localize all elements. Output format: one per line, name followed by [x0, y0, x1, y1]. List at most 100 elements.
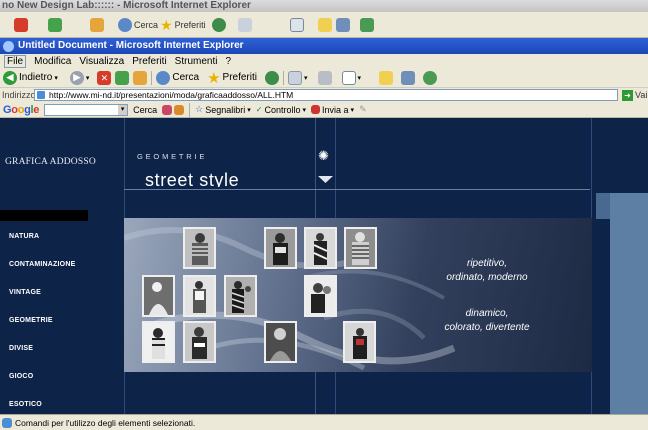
page-icon	[2, 417, 12, 428]
search-button[interactable]: Cerca	[156, 70, 199, 85]
home-button[interactable]	[133, 70, 148, 85]
bg-people-icon	[360, 16, 374, 34]
printer-icon	[317, 70, 332, 85]
print-button[interactable]	[317, 70, 332, 85]
address-label: Indirizzo	[2, 90, 36, 100]
spellcheck-button[interactable]: ✓ Controllo ▾	[256, 105, 306, 115]
pencil-button[interactable]: ✎	[359, 104, 367, 115]
star-icon: ★	[207, 69, 221, 87]
strip-block	[596, 193, 610, 219]
edit-button[interactable]: ▾	[341, 70, 361, 85]
nav-vintage[interactable]: VINTAGE	[9, 289, 41, 296]
nav-esotico[interactable]: ESOTICO	[9, 401, 42, 408]
history-button[interactable]	[264, 70, 279, 85]
photo-thumbnail[interactable]	[183, 321, 216, 363]
photo-thumbnail[interactable]	[264, 321, 297, 363]
google-logo[interactable]: Google	[3, 104, 39, 116]
sparkle-icon[interactable]: ✺	[318, 148, 329, 164]
toolbar-separator	[189, 102, 191, 117]
forward-button[interactable]: ▶ ▾	[69, 70, 89, 85]
site-brand: GRAFICA ADDOSSO	[5, 157, 96, 167]
search-icon	[156, 70, 171, 85]
menu-edit[interactable]: Modifica	[34, 56, 71, 67]
photo-thumbnail[interactable]	[142, 321, 175, 363]
page-headline: street style	[145, 170, 240, 187]
google-search-input[interactable]: ▾	[44, 103, 129, 116]
photo-thumbnail[interactable]	[304, 227, 337, 269]
header-divider	[124, 189, 590, 190]
bg-favorites-button[interactable]: ★ Preferiti	[160, 16, 206, 34]
discuss-button[interactable]	[379, 70, 394, 85]
toolbar-separator	[282, 70, 284, 85]
chevron-down-icon[interactable]: ▾	[118, 104, 128, 115]
photo-thumbnail[interactable]	[264, 227, 297, 269]
toolbar-separator	[151, 70, 153, 85]
bg-home-icon	[90, 16, 104, 34]
caption-repetitive: ripetitivo, ordinato, moderno	[446, 258, 528, 283]
refresh-button[interactable]	[115, 70, 130, 85]
brand-divider-bar	[0, 210, 88, 221]
go-arrow-icon: ➜	[622, 89, 633, 101]
menu-favorites[interactable]: Preferiti	[132, 56, 166, 67]
history-icon	[264, 70, 279, 85]
research-button[interactable]	[401, 70, 416, 85]
messenger-button[interactable]	[423, 70, 438, 85]
bg-edit-icon	[290, 16, 304, 34]
bg-folder-icon	[318, 16, 332, 34]
messenger-icon	[423, 70, 438, 85]
star-outline-icon: ☆	[195, 104, 204, 114]
send-to-button[interactable]: Invia a ▾	[311, 105, 354, 115]
main-toolbar: ◀ Indietro ▾ ▶ ▾ ✕ Cerca ★ Preferiti ▾ ▾	[0, 68, 648, 88]
menu-view[interactable]: Visualizza	[79, 56, 124, 67]
home-icon	[133, 70, 148, 85]
photo-thumbnail[interactable]	[142, 275, 175, 317]
back-button[interactable]: ◀ Indietro ▾	[3, 70, 58, 85]
nav-gioco[interactable]: GIOCO	[9, 373, 33, 380]
mail-button[interactable]: ▾	[287, 70, 308, 85]
send-icon	[311, 105, 321, 114]
left-navigation: GRAFICA ADDOSSO NATURA CONTAMINAZIONE VI…	[0, 118, 124, 414]
ie-icon	[3, 40, 14, 52]
photo-thumbnail[interactable]	[224, 275, 257, 317]
bookmarks-button[interactable]: ☆ Segnalibri ▾	[195, 104, 251, 115]
edit-icon	[341, 70, 356, 85]
nav-geometrie[interactable]: GEOMETRIE	[9, 317, 53, 324]
address-input[interactable]: http://www.mi-nd.it/presentazioni/moda/g…	[34, 89, 618, 101]
google-toolbar: Google ▾ Cerca ☆ Segnalibri ▾ ✓ Controllo ▾ …	[0, 102, 648, 118]
menu-help[interactable]: ?	[225, 56, 231, 67]
photo-thumbnail[interactable]	[183, 275, 216, 317]
bg-mail-icon	[238, 16, 252, 34]
nav-divise[interactable]: DIVISE	[9, 345, 33, 352]
google-search-button[interactable]: Cerca	[133, 105, 157, 115]
right-strip	[596, 118, 610, 414]
go-button[interactable]: ➜ Vai	[622, 89, 647, 101]
folder-icon	[379, 70, 394, 85]
menu-file[interactable]: File	[4, 54, 27, 68]
window-title: Untitled Document - Microsoft Internet E…	[18, 40, 244, 51]
photo-thumbnail[interactable]	[343, 321, 376, 363]
nav-natura[interactable]: NATURA	[9, 233, 39, 240]
window-title-bar: Untitled Document - Microsoft Internet E…	[0, 38, 648, 54]
bg-stop-icon	[14, 16, 28, 34]
photo-thumbnail[interactable]	[304, 275, 337, 317]
back-arrow-icon: ◀	[3, 70, 17, 85]
address-bar: Indirizzo http://www.mi-nd.it/presentazi…	[0, 88, 648, 102]
stop-button[interactable]: ✕	[97, 70, 112, 85]
bg-messenger-icon	[336, 16, 350, 34]
mail-icon	[287, 70, 302, 85]
background-window-toolbar: Cerca ★ Preferiti	[0, 12, 648, 38]
photo-thumbnail[interactable]	[183, 227, 216, 269]
photo-thumbnail[interactable]	[344, 227, 377, 269]
favorites-button[interactable]: ★ Preferiti	[207, 69, 257, 87]
status-text: Comandi per l'utilizzo degli elementi se…	[15, 417, 196, 428]
photo-gallery: ripetitivo, ordinato, moderno dinamico, …	[124, 218, 592, 372]
forward-arrow-icon: ▶	[69, 70, 84, 85]
google-tools[interactable]	[162, 104, 185, 115]
bg-search-button[interactable]: Cerca	[118, 16, 158, 34]
chevron-down-icon[interactable]	[318, 176, 333, 183]
right-side-panel	[610, 118, 648, 414]
section-label: GEOMETRIE	[137, 152, 208, 161]
nav-contaminazione[interactable]: CONTAMINAZIONE	[9, 261, 75, 268]
menu-tools[interactable]: Strumenti	[175, 56, 218, 67]
bg-history-icon	[212, 16, 226, 34]
